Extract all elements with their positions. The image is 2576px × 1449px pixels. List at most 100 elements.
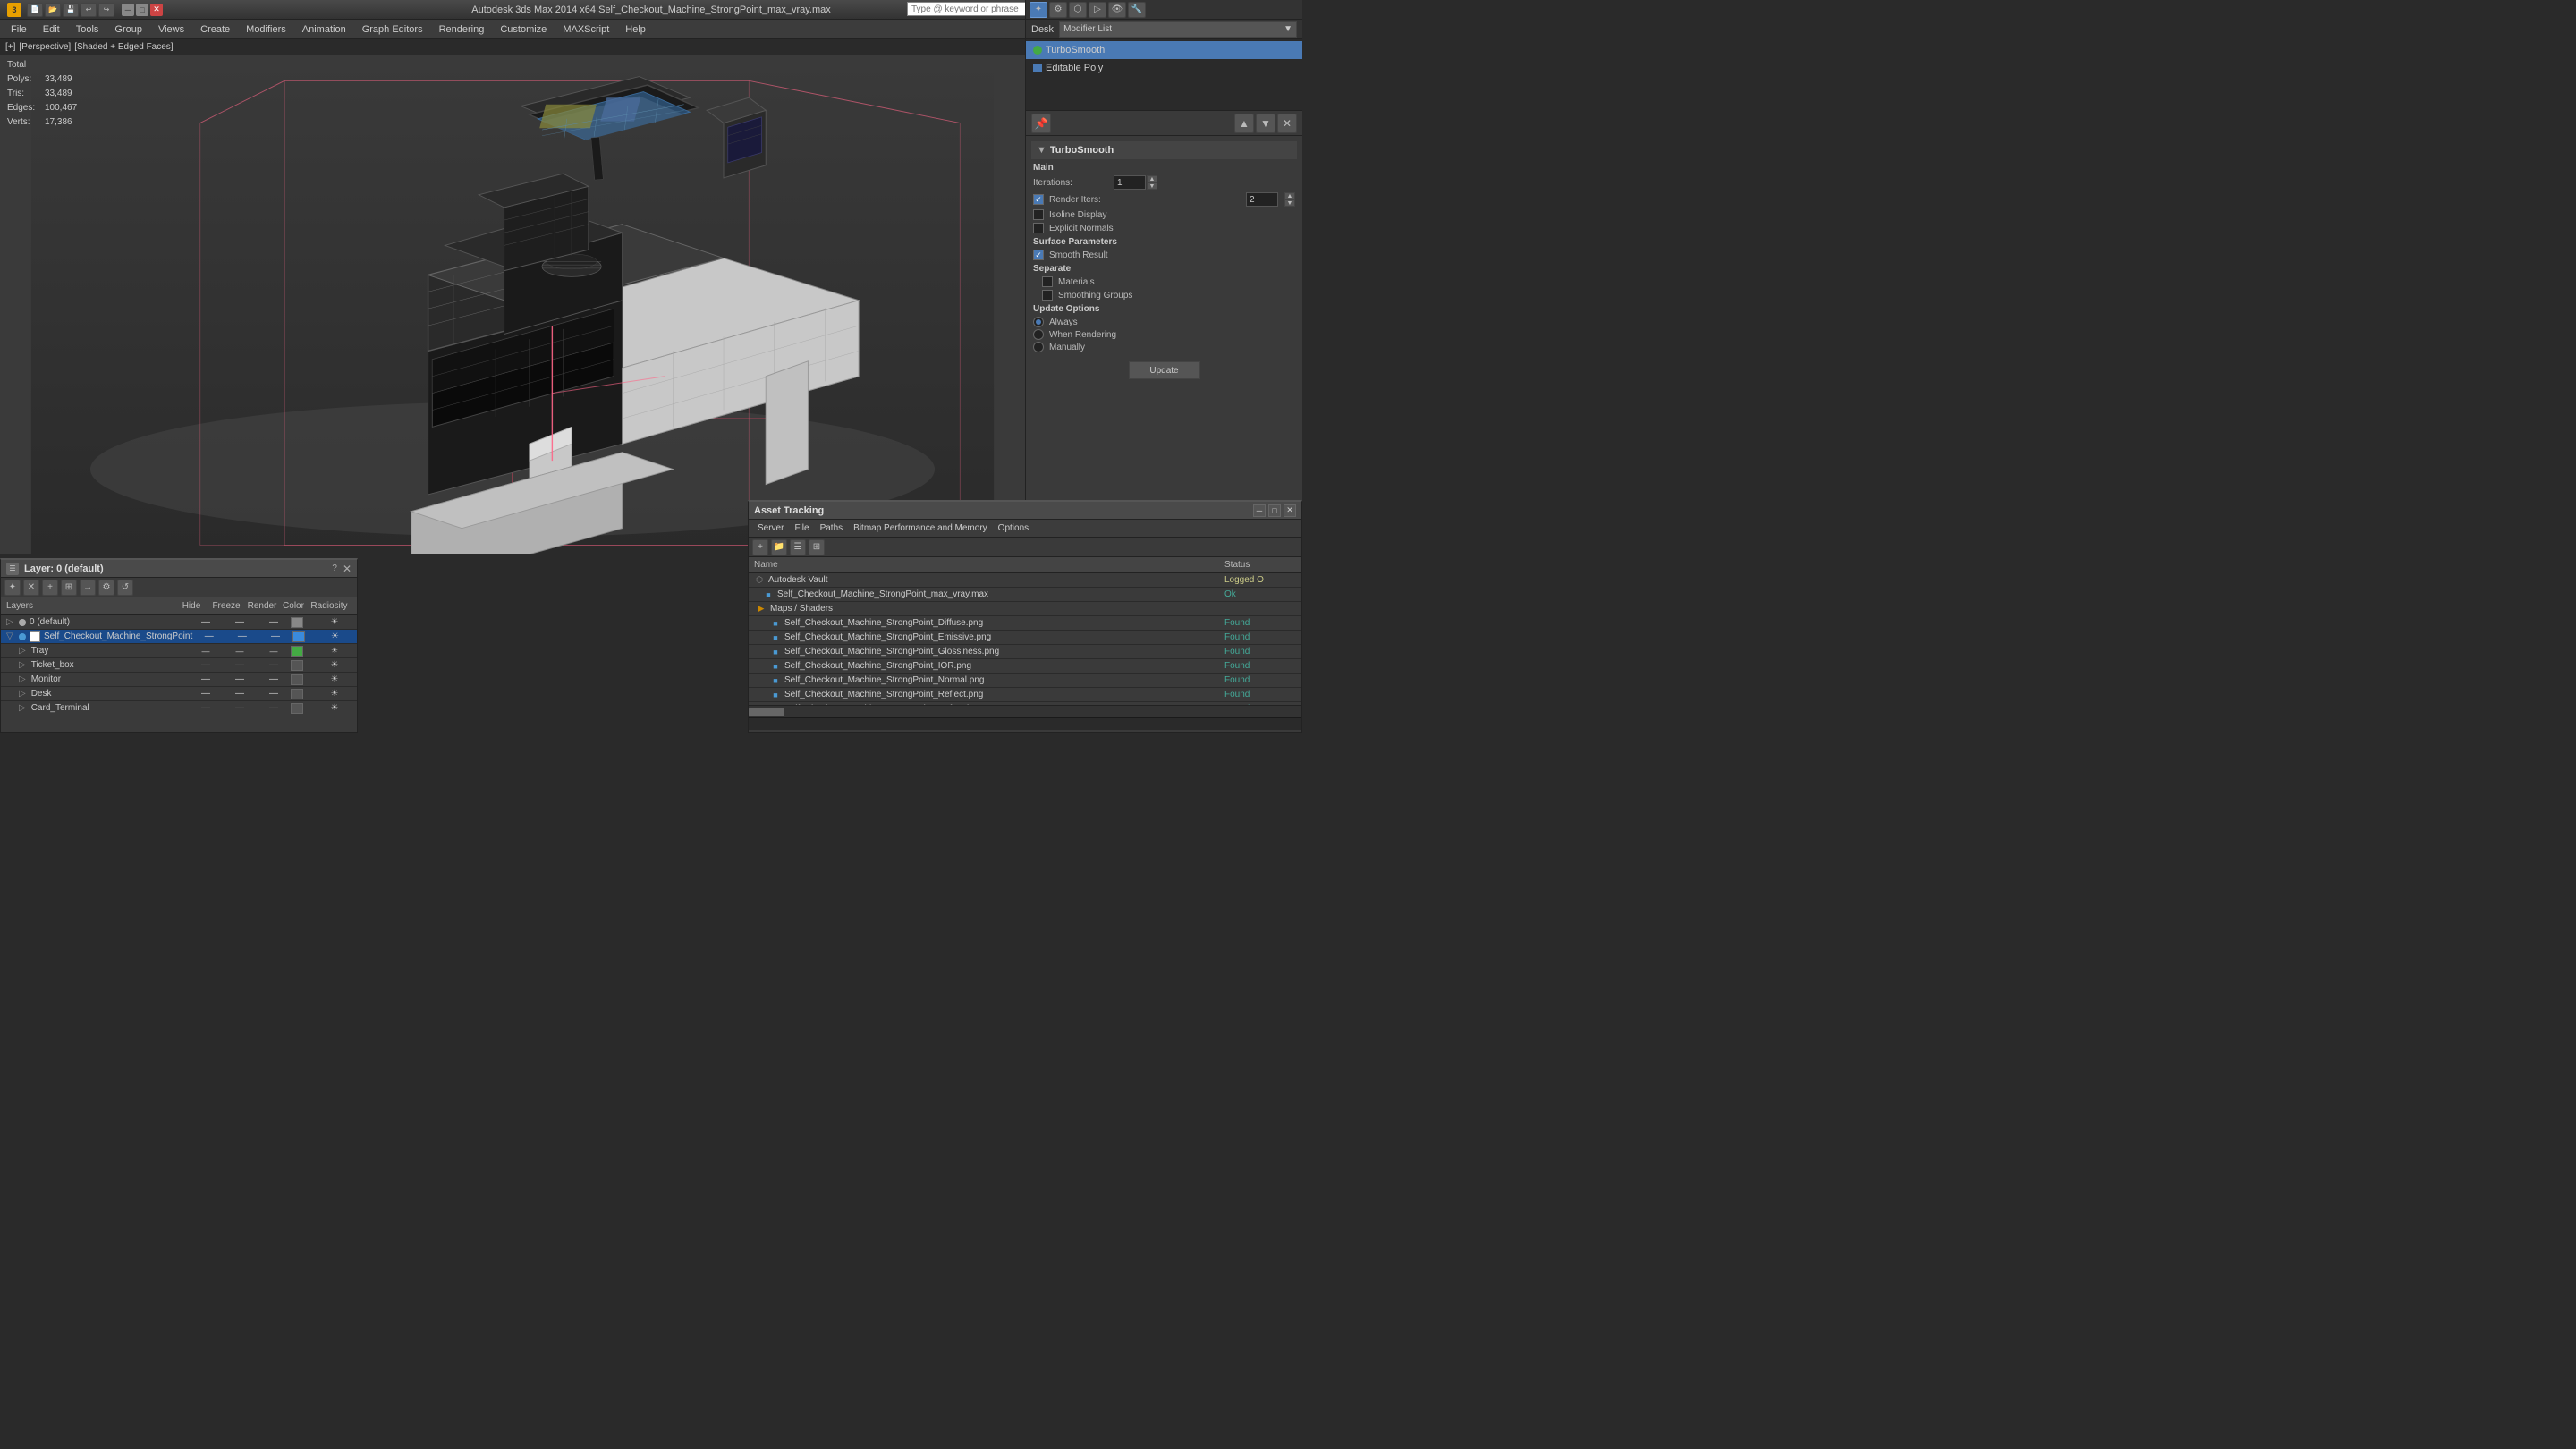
asset-menu-paths[interactable]: Paths <box>817 523 847 533</box>
menu-tools[interactable]: Tools <box>69 21 106 38</box>
asset-menu-server[interactable]: Server <box>754 523 787 533</box>
open-button[interactable]: 📂 <box>45 3 61 17</box>
isoline-checkbox[interactable] <box>1033 209 1044 220</box>
display-tab[interactable]: 👁 <box>1108 2 1126 18</box>
layers-help-button[interactable]: ? <box>332 564 337 573</box>
minimize-button[interactable]: ─ <box>122 4 134 16</box>
menu-create[interactable]: Create <box>193 21 237 38</box>
layers-new-button[interactable]: + <box>42 580 58 596</box>
render-iters-up[interactable]: ▲ <box>1284 192 1295 199</box>
layer-row[interactable]: ▷ Tray — — — ☀ <box>1 644 357 658</box>
when-rendering-radio[interactable] <box>1033 329 1044 340</box>
move-up-button[interactable]: ▲ <box>1234 114 1254 133</box>
asset-minimize-button[interactable]: ─ <box>1253 504 1266 517</box>
menu-file[interactable]: File <box>4 21 34 38</box>
layer-color-swatch[interactable] <box>292 631 318 642</box>
asset-row[interactable]: ■ Self_Checkout_Machine_StrongPoint_Emis… <box>749 631 1301 645</box>
menu-maxscript[interactable]: MAXScript <box>555 21 616 38</box>
utilities-tab[interactable]: 🔧 <box>1128 2 1146 18</box>
new-button[interactable]: 📄 <box>27 3 43 17</box>
asset-row[interactable]: ⬡ Autodesk Vault Logged O <box>749 573 1301 588</box>
layer-row[interactable]: ▷ Ticket_box — — — ☀ <box>1 658 357 673</box>
menu-graph-editors[interactable]: Graph Editors <box>355 21 430 38</box>
viewport-shading[interactable]: [Shaded + Edged Faces] <box>74 42 173 52</box>
menu-customize[interactable]: Customize <box>493 21 554 38</box>
menu-group[interactable]: Group <box>107 21 149 38</box>
modify-tab[interactable]: ⚙ <box>1049 2 1067 18</box>
expand-icon[interactable]: ▽ <box>6 631 15 641</box>
asset-list-view-button[interactable]: ☰ <box>790 539 806 555</box>
asset-folder-button[interactable]: 📁 <box>771 539 787 555</box>
layers-close-button[interactable]: ✕ <box>343 563 352 575</box>
render-iters-input[interactable] <box>1246 192 1278 207</box>
close-button[interactable]: ✕ <box>150 4 163 16</box>
asset-scrollbar[interactable] <box>749 705 1301 717</box>
menu-modifiers[interactable]: Modifiers <box>239 21 293 38</box>
layers-select-button[interactable]: ⊞ <box>61 580 77 596</box>
menu-help[interactable]: Help <box>618 21 653 38</box>
turbosmooth-modifier[interactable]: TurboSmooth <box>1026 41 1302 59</box>
render-iters-down[interactable]: ▼ <box>1284 199 1295 207</box>
asset-add-button[interactable]: + <box>752 539 768 555</box>
asset-maximize-button[interactable]: □ <box>1268 504 1281 517</box>
menu-rendering[interactable]: Rendering <box>432 21 492 38</box>
layers-delete-button[interactable]: ✕ <box>23 580 39 596</box>
undo-button[interactable]: ↩ <box>80 3 97 17</box>
active-layer-checkbox[interactable] <box>30 631 40 642</box>
editable-poly-modifier[interactable]: Editable Poly <box>1026 59 1302 77</box>
asset-grid-view-button[interactable]: ⊞ <box>809 539 825 555</box>
viewport-perspective[interactable]: [Perspective] <box>19 42 71 52</box>
asset-row[interactable]: ■ Self_Checkout_Machine_StrongPoint_max_… <box>749 588 1301 602</box>
layers-add-button[interactable]: ✦ <box>4 580 21 596</box>
explicit-normals-checkbox[interactable] <box>1033 223 1044 233</box>
move-down-button[interactable]: ▼ <box>1256 114 1275 133</box>
maximize-button[interactable]: □ <box>136 4 148 16</box>
asset-row[interactable]: ■ Self_Checkout_Machine_StrongPoint_Refl… <box>749 688 1301 702</box>
layer-color-col[interactable] <box>291 646 318 657</box>
delete-modifier-button[interactable]: ✕ <box>1277 114 1297 133</box>
layers-refresh-button[interactable]: ↺ <box>117 580 133 596</box>
layers-move-button[interactable]: → <box>80 580 96 596</box>
layer-row[interactable]: ▷ 0 (default) — — — ☀ <box>1 615 357 630</box>
always-radio[interactable] <box>1033 317 1044 327</box>
modifier-list-dropdown[interactable]: Modifier List ▼ <box>1059 21 1297 38</box>
render-iters-checkbox[interactable]: ✓ <box>1033 194 1044 205</box>
asset-menu-bitmap[interactable]: Bitmap Performance and Memory <box>850 523 991 533</box>
motion-tab[interactable]: ▷ <box>1089 2 1106 18</box>
smooth-result-checkbox[interactable]: ✓ <box>1033 250 1044 260</box>
save-button[interactable]: 💾 <box>63 3 79 17</box>
layer-row[interactable]: ▷Desk — — — ☀ <box>1 687 357 701</box>
layer-color-col[interactable] <box>291 660 318 671</box>
iterations-input[interactable] <box>1114 175 1146 190</box>
expand-icon[interactable]: ▷ <box>6 617 15 627</box>
pin-modifier-button[interactable]: 📌 <box>1031 114 1051 133</box>
layer-row[interactable]: ▷Card_Terminal — — — ☀ <box>1 701 357 714</box>
asset-row[interactable]: ■ Self_Checkout_Machine_StrongPoint_Norm… <box>749 674 1301 688</box>
asset-row[interactable]: ■ Self_Checkout_Machine_StrongPoint_Glos… <box>749 645 1301 659</box>
manually-radio[interactable] <box>1033 342 1044 352</box>
materials-checkbox[interactable] <box>1042 276 1053 287</box>
redo-button[interactable]: ↪ <box>98 3 114 17</box>
layer-row[interactable]: ▷Monitor — — — ☀ <box>1 673 357 687</box>
layer-row[interactable]: ▽ Self_Checkout_Machine_StrongPoint — — … <box>1 630 357 644</box>
iterations-up[interactable]: ▲ <box>1147 175 1157 182</box>
asset-menu-file[interactable]: File <box>791 523 812 533</box>
asset-row[interactable]: ■ Self_Checkout_Machine_StrongPoint_Diff… <box>749 616 1301 631</box>
hierarchy-tab[interactable]: ⬡ <box>1069 2 1087 18</box>
asset-row[interactable]: ■ Self_Checkout_Machine_StrongPoint_IOR.… <box>749 659 1301 674</box>
viewport-bracket[interactable]: [+] <box>5 42 15 52</box>
layer-color-swatch[interactable] <box>291 617 318 628</box>
collapse-icon[interactable]: ▼ <box>1037 145 1046 156</box>
main-viewport[interactable] <box>0 55 1025 554</box>
smoothing-groups-checkbox[interactable] <box>1042 290 1053 301</box>
asset-close-button[interactable]: ✕ <box>1284 504 1296 517</box>
asset-menu-options[interactable]: Options <box>995 523 1032 533</box>
create-tab[interactable]: ✦ <box>1030 2 1047 18</box>
layers-settings-button[interactable]: ⚙ <box>98 580 114 596</box>
update-button[interactable]: Update <box>1129 361 1200 379</box>
asset-row[interactable]: ▶ Maps / Shaders <box>749 602 1301 616</box>
menu-edit[interactable]: Edit <box>36 21 67 38</box>
iterations-down[interactable]: ▼ <box>1147 182 1157 190</box>
menu-animation[interactable]: Animation <box>295 21 353 38</box>
menu-views[interactable]: Views <box>151 21 191 38</box>
